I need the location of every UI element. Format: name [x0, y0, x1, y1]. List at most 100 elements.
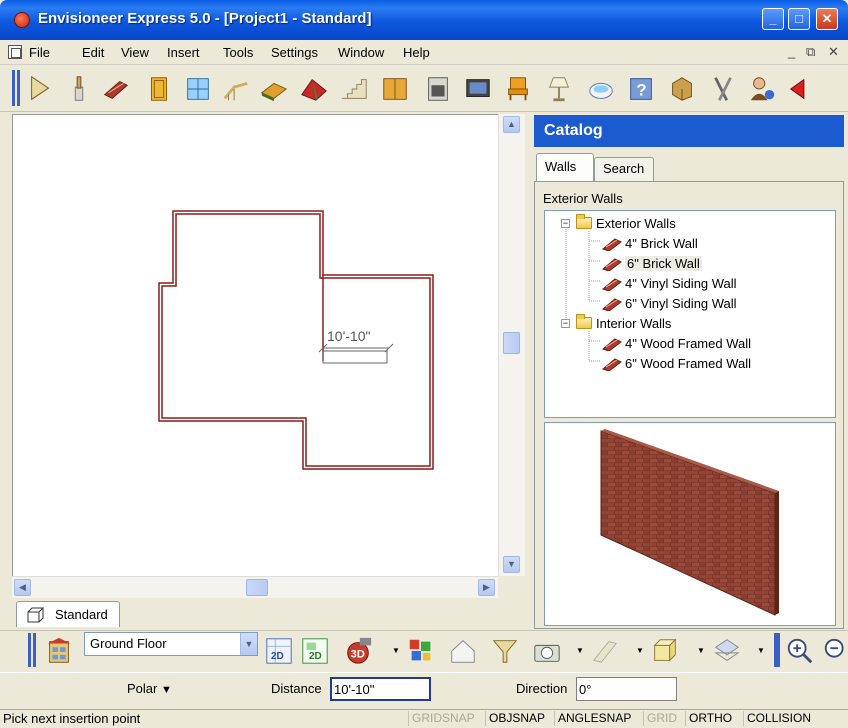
scroll-right-button[interactable]: ▶: [478, 579, 495, 596]
zoom-out-icon[interactable]: [822, 636, 848, 666]
chevron-down-icon[interactable]: ▼: [240, 633, 257, 655]
paintbrush-icon[interactable]: [64, 74, 94, 104]
camera-3d-icon[interactable]: 3D: [343, 636, 373, 666]
menu-insert[interactable]: Insert: [167, 45, 200, 60]
mdi-close-button[interactable]: ✕: [828, 44, 839, 60]
brick-wall-icon[interactable]: [101, 74, 131, 104]
status-indicator-objsnap[interactable]: OBJSNAP: [489, 711, 545, 725]
direction-input[interactable]: [576, 677, 677, 701]
view-2d-plan-icon[interactable]: 2D: [300, 636, 330, 666]
status-indicator-gridsnap[interactable]: GRIDSNAP: [412, 711, 475, 725]
status-separator: [685, 711, 686, 726]
menu-file[interactable]: File: [29, 45, 50, 60]
svg-text:?: ?: [636, 81, 646, 100]
tree-item-4in-brick-wall[interactable]: 4" Brick Wall: [601, 233, 698, 253]
vertical-scroll-thumb[interactable]: [503, 332, 520, 354]
floorbar-grip-2[interactable]: [33, 633, 36, 667]
dropdown-arrow-icon[interactable]: ▼: [757, 646, 765, 655]
menu-view[interactable]: View: [121, 45, 149, 60]
dropdown-arrow-icon[interactable]: ▼: [636, 646, 644, 655]
chair-icon[interactable]: [503, 74, 533, 104]
collapse-toggle[interactable]: −: [561, 318, 570, 328]
zoom-toolbar-grip[interactable]: [777, 633, 780, 667]
minimize-button[interactable]: _: [762, 8, 784, 30]
filter-icon[interactable]: [490, 636, 520, 666]
tree-item-4in-vinyl-siding-wall[interactable]: 4" Vinyl Siding Wall: [601, 273, 737, 293]
distance-input[interactable]: [330, 677, 431, 701]
mdi-restore-button[interactable]: ⧉: [806, 44, 815, 60]
horizontal-scroll-thumb[interactable]: [246, 579, 268, 596]
status-indicator-collision[interactable]: COLLISION: [747, 711, 811, 725]
menu-tools[interactable]: Tools: [223, 45, 253, 60]
zoom-in-icon[interactable]: [785, 636, 815, 666]
menu-settings[interactable]: Settings: [271, 45, 318, 60]
catalog-tree[interactable]: − Exterior Walls 4" Brick Wall 6" Brick Wal…: [544, 210, 836, 418]
render-icon[interactable]: [406, 636, 436, 666]
floor-icon[interactable]: [259, 74, 289, 104]
status-indicator-anglesnap[interactable]: ANGLESNAP: [558, 711, 631, 725]
wall-outer-outline[interactable]: [158, 210, 434, 470]
lamp-icon[interactable]: [544, 74, 574, 104]
vertical-scrollbar[interactable]: ▲ ▼: [498, 114, 525, 576]
door-icon[interactable]: [144, 74, 174, 104]
select-arrow-icon[interactable]: [26, 74, 56, 104]
collapse-toggle[interactable]: −: [561, 218, 570, 228]
cabinet-icon[interactable]: [380, 74, 410, 104]
document-icon[interactable]: [8, 45, 22, 59]
close-button[interactable]: ✕: [816, 8, 838, 30]
status-indicator-grid[interactable]: GRID: [647, 711, 677, 725]
dropdown-arrow-icon[interactable]: ▼: [576, 646, 584, 655]
railing-icon[interactable]: [221, 74, 251, 104]
tab-standard-view[interactable]: Standard: [16, 601, 120, 627]
tree-item-6in-vinyl-siding-wall[interactable]: 6" Vinyl Siding Wall: [601, 293, 737, 313]
appliance-icon[interactable]: [423, 74, 453, 104]
tab-walls[interactable]: Walls: [536, 153, 594, 181]
drawing-canvas[interactable]: 10'-10": [12, 114, 498, 576]
bath-icon[interactable]: [586, 74, 616, 104]
tree-item-6in-wood-framed-wall[interactable]: 6" Wood Framed Wall: [601, 353, 751, 373]
maximize-button[interactable]: □: [788, 8, 810, 30]
floor-stack-icon[interactable]: [44, 636, 74, 666]
arrow-icon[interactable]: [787, 74, 817, 104]
menu-edit[interactable]: Edit: [82, 45, 104, 60]
scroll-up-button[interactable]: ▲: [503, 116, 520, 133]
folder-icon: [576, 314, 592, 329]
trees-icon[interactable]: [708, 74, 738, 104]
horizontal-scrollbar[interactable]: ◀ ▶: [12, 576, 498, 598]
zoom-toolbar-grip[interactable]: [774, 633, 777, 667]
camera-icon[interactable]: [532, 636, 562, 666]
view-2d-icon[interactable]: 2D: [264, 636, 294, 666]
tree-folder-interior-walls[interactable]: − Interior Walls: [561, 313, 671, 333]
window-icon[interactable]: [183, 74, 213, 104]
dropdown-arrow-icon[interactable]: ▼: [697, 646, 705, 655]
help-icon[interactable]: ?: [626, 74, 656, 104]
house-outline-icon[interactable]: [448, 636, 478, 666]
tree-folder-exterior-walls[interactable]: − Exterior Walls: [561, 213, 676, 233]
menu-window[interactable]: Window: [338, 45, 384, 60]
layer-icon[interactable]: [712, 636, 742, 666]
floor-dropdown[interactable]: Ground Floor ▼: [84, 632, 258, 656]
dropdown-arrow-icon[interactable]: ▼: [392, 646, 400, 655]
tree-item-4in-wood-framed-wall[interactable]: 4" Wood Framed Wall: [601, 333, 751, 353]
status-indicator-ortho[interactable]: ORTHO: [689, 711, 732, 725]
toolbar-grip[interactable]: [12, 70, 15, 106]
material-icon[interactable]: [667, 74, 697, 104]
scroll-down-button[interactable]: ▼: [503, 556, 520, 573]
tree-item-6in-brick-wall[interactable]: 6" Brick Wall: [601, 253, 702, 273]
roof-icon[interactable]: [299, 74, 329, 104]
scroll-left-button[interactable]: ◀: [14, 579, 31, 596]
floorbar-grip[interactable]: [28, 633, 31, 667]
toolbar-grip-2[interactable]: [17, 70, 20, 106]
wall-display-icon[interactable]: [590, 636, 620, 666]
polar-toggle[interactable]: Polar ▼: [127, 681, 172, 696]
wall-inner-outline[interactable]: [161, 213, 431, 467]
menu-help[interactable]: Help: [403, 45, 430, 60]
stairs-icon[interactable]: [339, 74, 369, 104]
tab-search[interactable]: Search: [594, 157, 654, 181]
person-help-icon[interactable]: [747, 74, 777, 104]
paintbrush-icon-glyph: [74, 76, 84, 101]
mdi-minimize-button[interactable]: _: [788, 44, 795, 59]
polar-label: Polar: [127, 681, 158, 696]
box-display-icon[interactable]: [650, 636, 680, 666]
electronics-icon[interactable]: [463, 74, 493, 104]
